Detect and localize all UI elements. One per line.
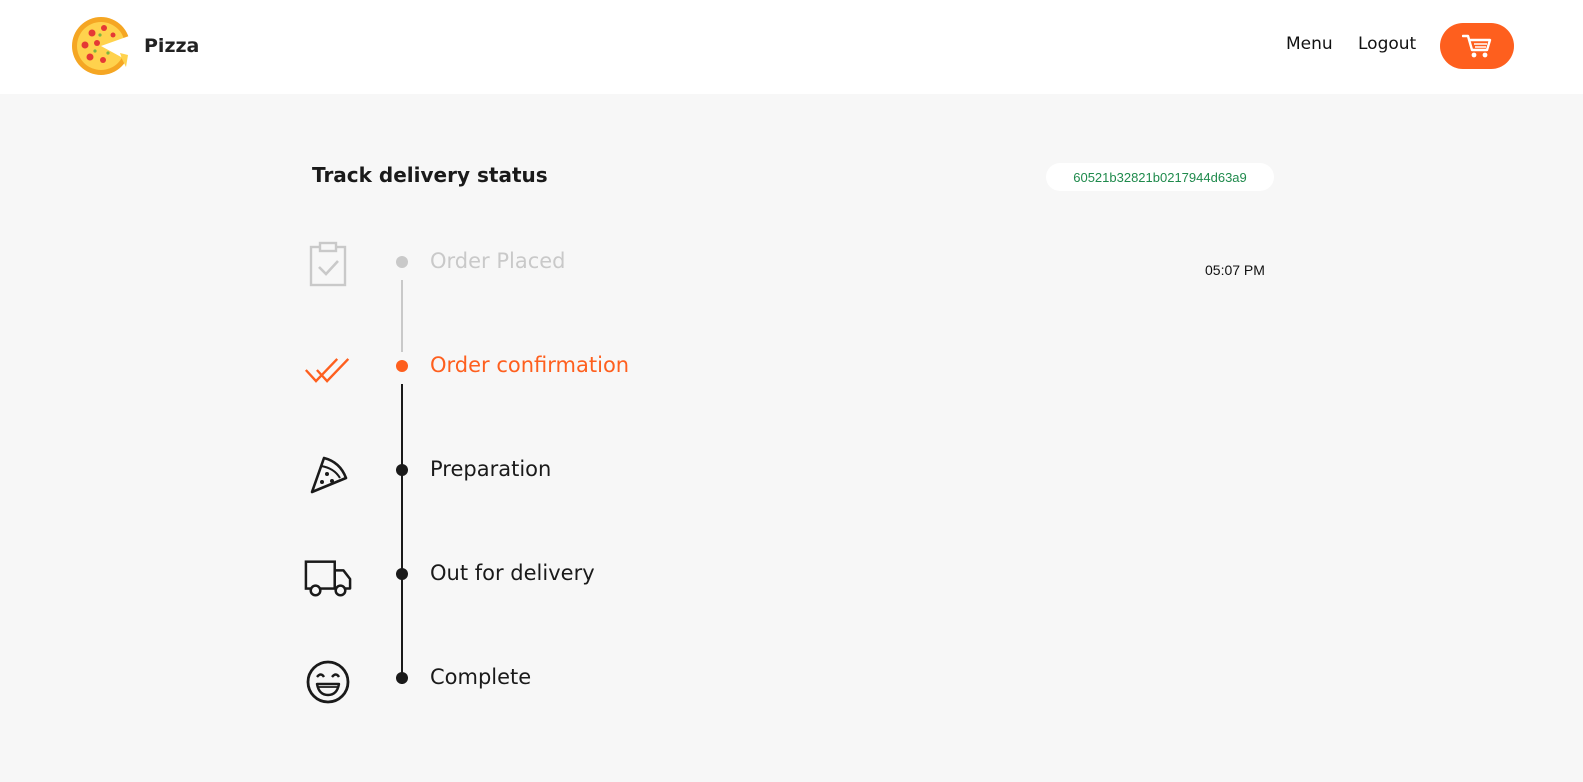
delivery-truck-icon bbox=[304, 554, 352, 602]
step-label: Order Placed bbox=[430, 249, 566, 273]
step-time: 05:07 PM bbox=[1205, 262, 1265, 278]
cart-icon bbox=[1462, 34, 1492, 58]
timeline-connector-done bbox=[401, 280, 403, 352]
timeline-connector-pending bbox=[401, 384, 403, 684]
double-check-icon bbox=[304, 346, 352, 394]
navbar: Pizza Menu Logout bbox=[0, 0, 1583, 94]
timeline-step-preparation: Preparation bbox=[0, 450, 1583, 494]
order-id-badge: 60521b32821b0217944d63a9 bbox=[1046, 163, 1274, 191]
clipboard-check-icon bbox=[304, 240, 352, 288]
page-title: Track delivery status bbox=[312, 163, 548, 187]
timeline-dot bbox=[396, 360, 408, 372]
pizza-logo-icon bbox=[72, 17, 132, 75]
timeline-dot bbox=[396, 568, 408, 580]
timeline-step-out-for-delivery: Out for delivery bbox=[0, 554, 1583, 597]
step-label: Preparation bbox=[430, 457, 552, 481]
cart-button[interactable] bbox=[1440, 23, 1514, 69]
step-label: Complete bbox=[430, 665, 532, 689]
nav-menu-link[interactable]: Menu bbox=[1286, 34, 1333, 54]
brand-logo-link[interactable]: Pizza bbox=[70, 15, 199, 77]
step-label: Out for delivery bbox=[430, 561, 595, 585]
timeline-step-order-confirmation: Order confirmation bbox=[0, 346, 1583, 386]
pizza-slice-icon bbox=[304, 450, 352, 498]
timeline-dot bbox=[396, 672, 408, 684]
nav-logout-link[interactable]: Logout bbox=[1358, 34, 1416, 54]
brand-name: Pizza bbox=[144, 35, 200, 57]
smiley-face-icon bbox=[304, 658, 352, 706]
timeline-dot bbox=[396, 464, 408, 476]
timeline-dot bbox=[396, 256, 408, 268]
timeline-step-order-placed: Order Placed 05:07 PM bbox=[0, 241, 1583, 287]
timeline-step-complete: Complete bbox=[0, 658, 1583, 704]
step-label: Order confirmation bbox=[430, 353, 630, 377]
